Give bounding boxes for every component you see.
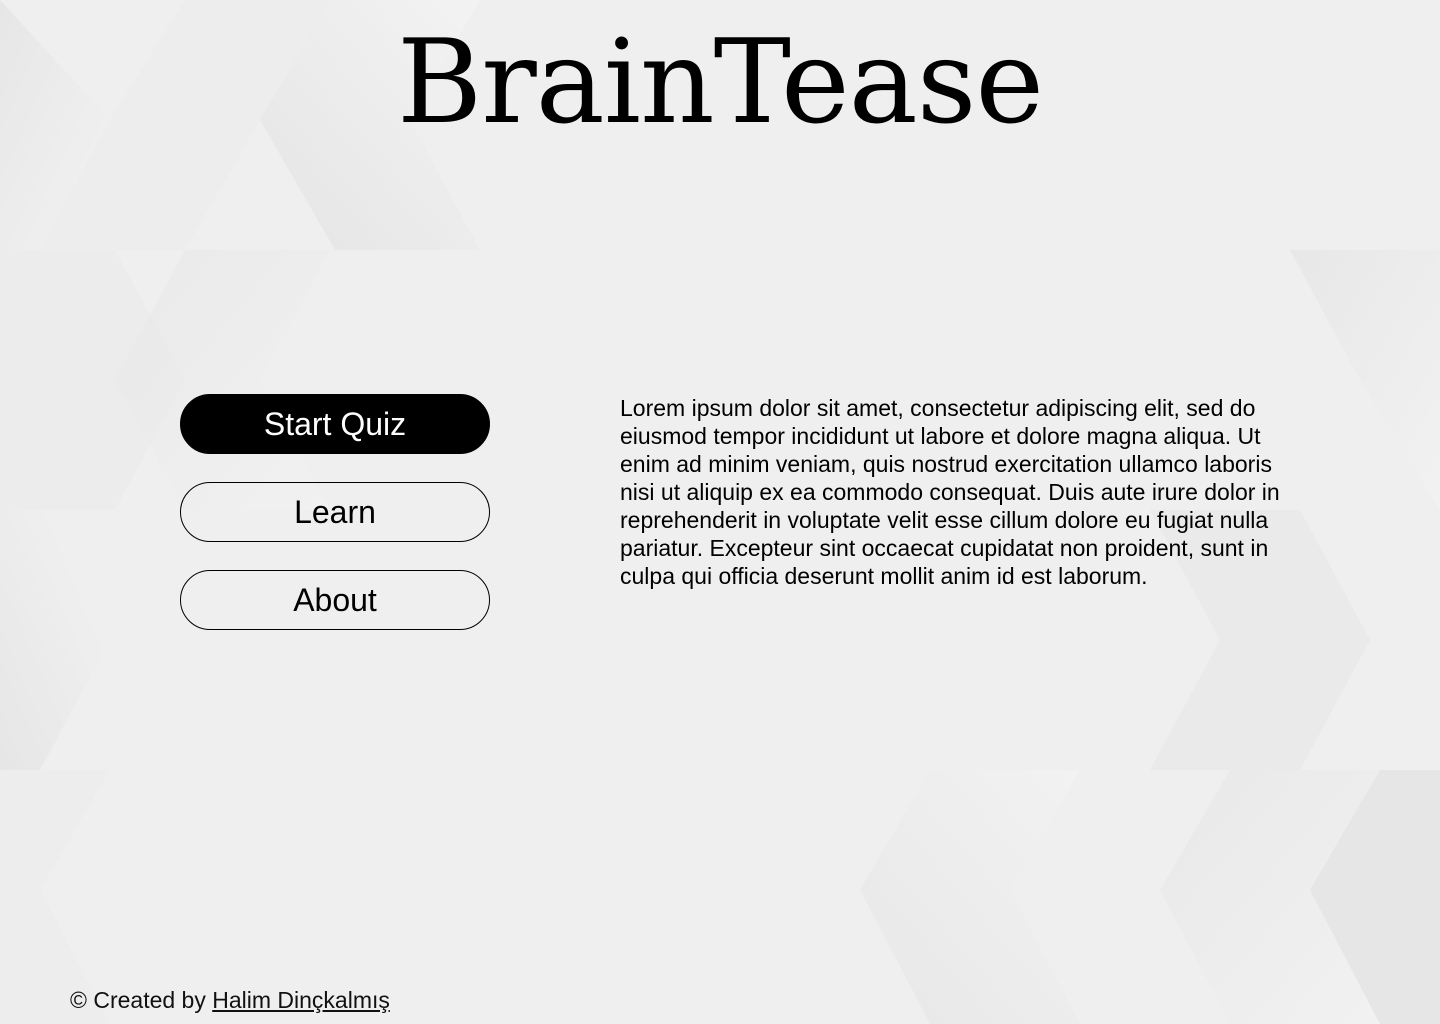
author-link[interactable]: Halim Dinçkalmış [212,987,390,1013]
footer: © Created by Halim Dinçkalmış [70,985,390,1015]
description-text: Lorem ipsum dolor sit amet, consectetur … [620,395,1280,589]
start-quiz-button[interactable]: Start Quiz [180,394,490,454]
footer-credit-text: © Created by [70,987,206,1013]
app-title: BrainTease [396,15,1044,150]
about-button[interactable]: About [180,570,490,630]
main-menu: Start Quiz Learn About [180,394,490,658]
learn-button[interactable]: Learn [180,482,490,542]
page-content: BrainTease Start Quiz Learn About Lorem … [0,0,1440,1024]
